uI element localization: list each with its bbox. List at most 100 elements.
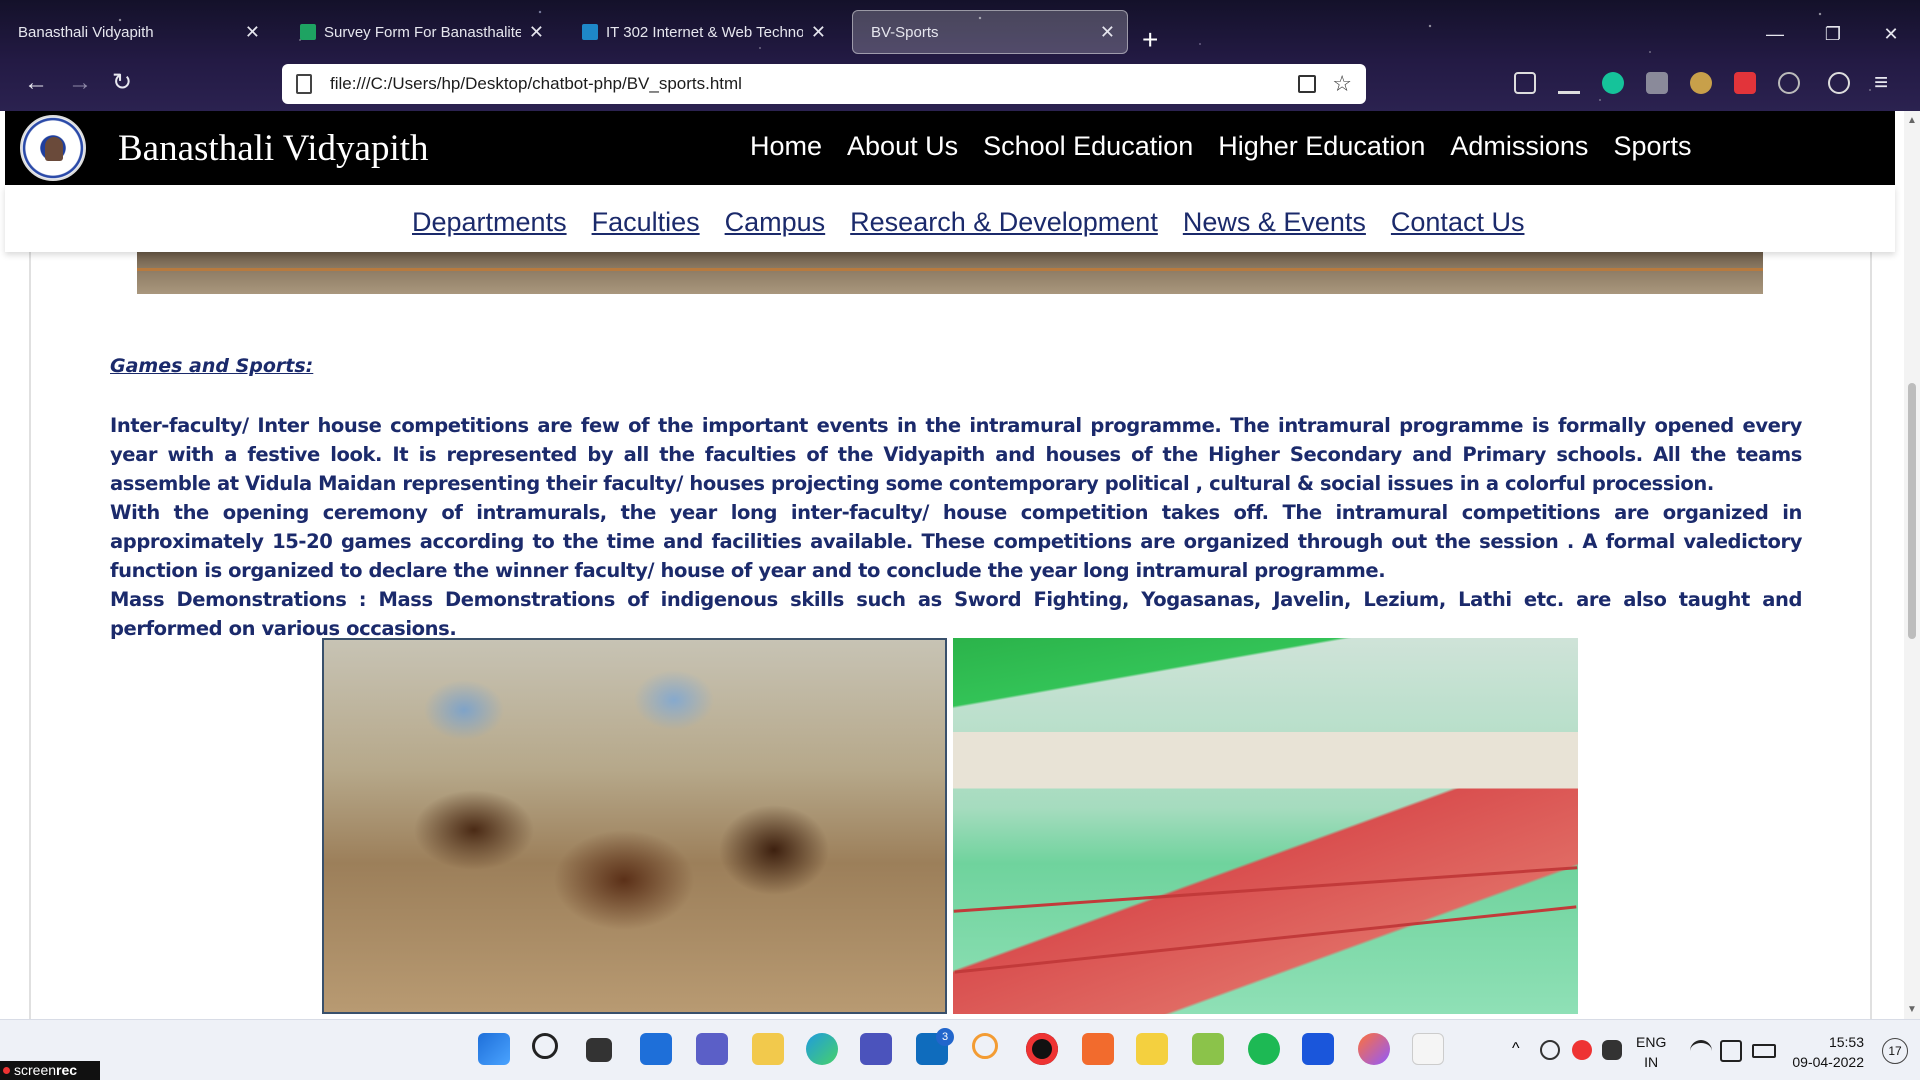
section-body: Inter-faculty/ Inter house competitions … [110,411,1802,643]
account-icon[interactable] [1828,72,1850,94]
search-extension-icon[interactable] [1778,72,1800,94]
screenshot-icon[interactable] [1734,72,1756,94]
paragraph-mass-demonstrations: Mass Demonstrations : Mass Demonstration… [110,588,1802,640]
extension-icon[interactable] [1690,72,1712,94]
pocket-icon[interactable] [1514,72,1536,94]
firefox-icon[interactable] [1358,1033,1390,1065]
wifi-icon[interactable] [1690,1040,1712,1062]
clock-time: 15:53 [1828,1034,1864,1050]
nav-sports[interactable]: Sports [1613,131,1691,162]
back-icon[interactable]: ← [24,70,48,96]
grammarly-icon[interactable] [1602,72,1624,94]
nav-school-education[interactable]: School Education [983,131,1193,162]
reader-view-icon[interactable] [1298,75,1317,93]
scroll-down-icon[interactable]: ▼ [1907,1004,1917,1015]
nav-news-events[interactable]: News & Events [1183,207,1366,238]
tab-title: Banasthali Vidyapith [18,23,154,41]
clock-date: 09-04-2022 [1792,1054,1864,1070]
recording-indicator-icon[interactable] [1412,1033,1444,1065]
pool-lane-rope [954,905,1577,974]
watermark-text: screen [14,1062,57,1078]
nav-contact-us[interactable]: Contact Us [1391,207,1525,238]
volume-icon[interactable] [1720,1040,1742,1062]
download-icon[interactable] [1558,72,1580,94]
language-indicator[interactable]: ENG IN [1636,1032,1666,1072]
teams-icon[interactable] [860,1033,892,1065]
watermark-text-bold: rec [56,1062,78,1078]
close-icon[interactable]: ✕ [811,22,826,43]
scroll-up-icon[interactable]: ▲ [1907,115,1917,126]
paragraph-competitions: With the opening ceremony of intramurals… [110,501,1802,582]
reload-icon[interactable]: ↻ [112,70,132,96]
nav-home[interactable]: Home [750,131,822,162]
onedrive-icon[interactable] [1540,1040,1560,1060]
page-viewport: Banasthali Vidyapith Home About Us Schoo… [0,111,1904,1019]
tab-survey-form[interactable]: Survey Form For Banasthalites ( ✕ [282,10,556,54]
chat-icon[interactable] [696,1033,728,1065]
navigation-toolbar: ← → ↻ file:///C:/Users/hp/Desktop/chatbo… [0,58,1920,110]
pool-lane-rope [953,866,1578,913]
bookmark-star-icon[interactable]: ☆ [1332,71,1352,97]
nav-admissions[interactable]: Admissions [1450,131,1588,162]
banner-rail [137,268,1763,271]
screenrec-watermark: screenrec [0,1061,100,1080]
paragraph-intramural: Inter-faculty/ Inter house competitions … [110,414,1802,495]
window-controls: — ❐ ✕ [1746,24,1920,45]
chevron-up-icon[interactable]: ^ [1512,1040,1520,1058]
minimize-icon[interactable]: — [1746,24,1804,45]
menu-icon[interactable]: ≡ [1874,70,1888,96]
site-title[interactable]: Banasthali Vidyapith [118,127,429,170]
system-clock[interactable]: 15:53 09-04-2022 [1792,1032,1864,1072]
google-sheets-icon [300,24,316,40]
windows-start-icon[interactable] [478,1033,510,1065]
sync-icon[interactable] [1572,1040,1592,1060]
edge-icon[interactable] [806,1033,838,1065]
xampp-icon[interactable] [1082,1033,1114,1065]
notion-app-icon[interactable] [1302,1033,1334,1065]
university-logo[interactable] [20,115,86,181]
notification-center-badge[interactable]: 17 [1882,1038,1908,1064]
site-header: Banasthali Vidyapith Home About Us Schoo… [5,111,1895,185]
tray-app-icon[interactable] [1602,1040,1622,1060]
lock-extension-icon[interactable] [1646,72,1668,94]
vertical-scrollbar[interactable]: ▲ ▼ [1904,111,1920,1019]
close-icon[interactable]: ✕ [529,22,544,43]
scrollbar-thumb[interactable] [1908,383,1916,639]
close-icon[interactable]: ✕ [1100,22,1115,43]
banner-image [137,252,1763,294]
forward-icon[interactable]: → [68,70,92,96]
sticky-notes-icon[interactable] [1136,1033,1168,1065]
page-icon [296,74,312,94]
nav-faculties[interactable]: Faculties [592,207,700,238]
close-icon[interactable]: ✕ [245,22,260,43]
task-view-icon[interactable] [586,1038,612,1062]
tab-banasthali-vidyapith[interactable]: Banasthali Vidyapith ✕ [0,10,272,54]
widgets-icon[interactable] [640,1033,672,1065]
search-icon[interactable] [532,1033,558,1059]
battery-icon[interactable] [1752,1044,1776,1058]
tab-title: IT 302 Internet & Web Technolo [606,23,803,41]
screen-recorder-icon[interactable] [1026,1033,1058,1065]
file-explorer-icon[interactable] [752,1033,784,1065]
browser-chrome: Banasthali Vidyapith ✕ Survey Form For B… [0,0,1920,111]
new-tab-button[interactable]: + [1142,24,1158,56]
nav-higher-education[interactable]: Higher Education [1218,131,1425,162]
nav-departments[interactable]: Departments [412,207,567,238]
url-text[interactable]: file:///C:/Users/hp/Desktop/chatbot-php/… [330,74,1298,94]
loading-app-icon[interactable] [972,1033,998,1059]
address-bar[interactable]: file:///C:/Users/hp/Desktop/chatbot-php/… [282,64,1366,104]
paint-icon[interactable] [1192,1033,1224,1065]
nav-about-us[interactable]: About Us [847,131,958,162]
nav-research-development[interactable]: Research & Development [850,207,1158,238]
tab-bv-sports[interactable]: BV-Sports ✕ [852,10,1128,54]
taskbar: 3 ^ ENG IN 15:53 09-04-2022 17 [0,1019,1920,1080]
main-nav: Home About Us School Education Higher Ed… [750,131,1716,162]
horse-riding-photo [322,638,947,1014]
logo-emblem [45,137,63,161]
restore-icon[interactable]: ❐ [1804,24,1862,45]
close-window-icon[interactable]: ✕ [1862,24,1920,45]
spotify-icon[interactable] [1248,1033,1280,1065]
tab-it302[interactable]: IT 302 Internet & Web Technolo ✕ [564,10,838,54]
google-classroom-icon [582,24,598,40]
nav-campus[interactable]: Campus [725,207,826,238]
